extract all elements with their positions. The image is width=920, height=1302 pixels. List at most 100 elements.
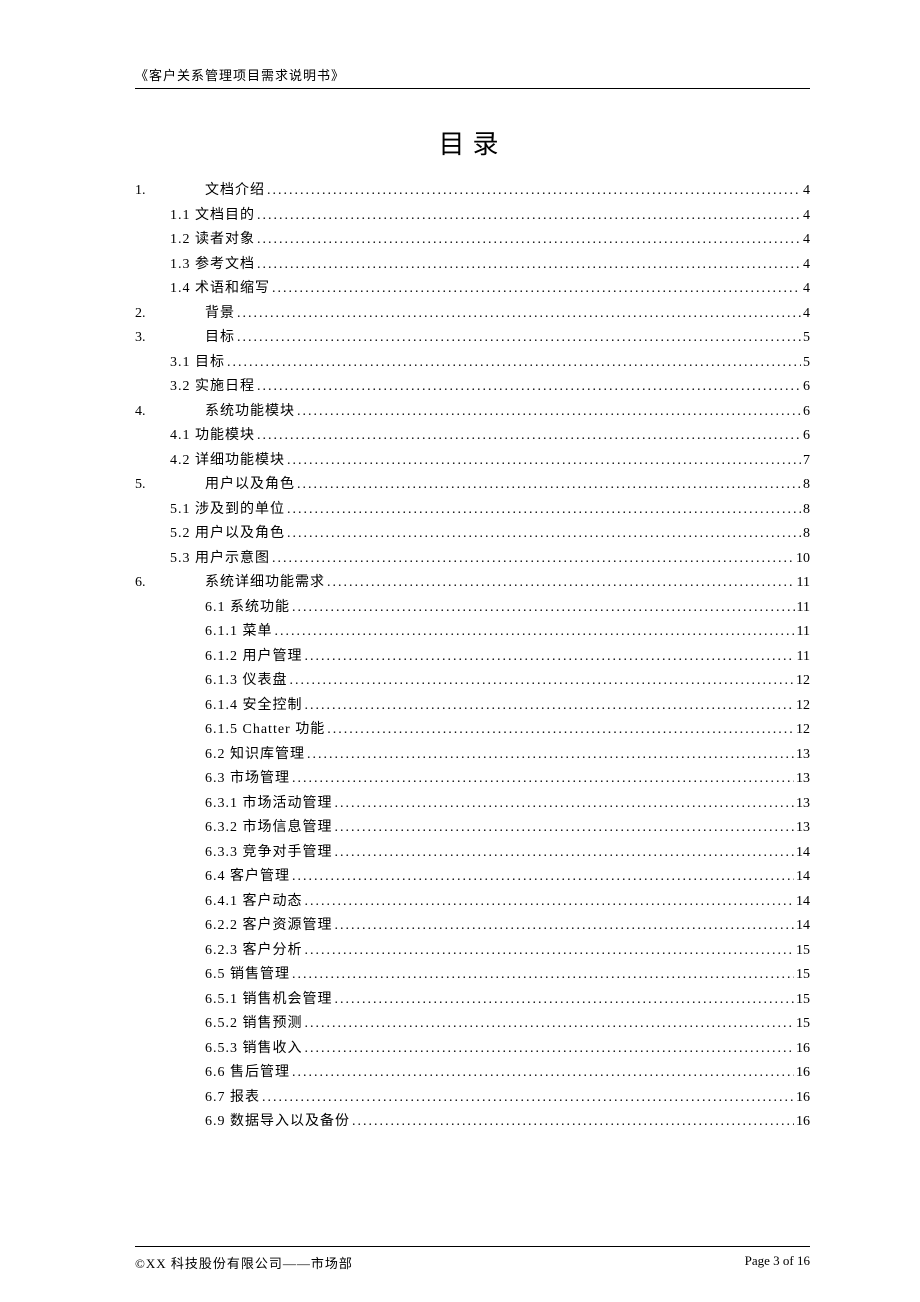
toc-leader-dots: ........................................…: [237, 302, 801, 327]
toc-leader-dots: ........................................…: [305, 645, 795, 670]
toc-label: 1.2 读者对象: [170, 228, 255, 253]
toc-entry[interactable]: 6.5.3 销售收入..............................…: [135, 1037, 810, 1062]
toc-entry[interactable]: 6.1.5 Chatter 功能........................…: [135, 718, 810, 743]
toc-entry[interactable]: 6.3.3 竞争对手管理............................…: [135, 841, 810, 866]
toc-label: 6.5.2 销售预测: [205, 1012, 303, 1037]
toc-page-number: 12: [796, 669, 810, 694]
toc-leader-dots: ........................................…: [335, 841, 795, 866]
toc-leader-dots: ........................................…: [305, 890, 795, 915]
toc-leader-dots: ........................................…: [327, 718, 794, 743]
toc-label: 系统功能模块: [205, 400, 295, 425]
toc-label: 目标: [205, 326, 235, 351]
toc-label: 6.3 市场管理: [205, 767, 290, 792]
toc-entry[interactable]: 6.1.4 安全控制..............................…: [135, 694, 810, 719]
toc-entry[interactable]: 6.4 客户管理................................…: [135, 865, 810, 890]
toc-label: 3.1 目标: [170, 351, 225, 376]
toc-entry[interactable]: 1.2 读者对象................................…: [135, 228, 810, 253]
toc-page-number: 7: [803, 449, 810, 474]
toc-label: 6.3.3 竞争对手管理: [205, 841, 333, 866]
toc-label: 6.1 系统功能: [205, 596, 290, 621]
toc-entry[interactable]: 1.3 参考文档................................…: [135, 253, 810, 278]
toc-label: 6.9 数据导入以及备份: [205, 1110, 350, 1135]
toc-leader-dots: ........................................…: [287, 522, 801, 547]
toc-page-number: 8: [803, 522, 810, 547]
toc-page-number: 14: [796, 865, 810, 890]
toc-leader-dots: ........................................…: [297, 400, 801, 425]
toc-page-number: 12: [796, 718, 810, 743]
toc-leader-dots: ........................................…: [335, 914, 795, 939]
toc-entry[interactable]: 5.2 用户以及角色..............................…: [135, 522, 810, 547]
toc-entry[interactable]: 6.9 数据导入以及备份............................…: [135, 1110, 810, 1135]
toc-leader-dots: ........................................…: [292, 865, 794, 890]
toc-entry[interactable]: 3.目标....................................…: [135, 326, 810, 351]
toc-entry[interactable]: 1.4 术语和缩写...............................…: [135, 277, 810, 302]
toc-entry[interactable]: 4.2 详细功能模块..............................…: [135, 449, 810, 474]
toc-entry[interactable]: 6.3 市场管理................................…: [135, 767, 810, 792]
toc-entry[interactable]: 6.1.2 用户管理..............................…: [135, 645, 810, 670]
toc-label: 4.2 详细功能模块: [170, 449, 285, 474]
toc-entry[interactable]: 6.5 销售管理................................…: [135, 963, 810, 988]
toc-page-number: 13: [796, 792, 810, 817]
toc-leader-dots: ........................................…: [257, 375, 801, 400]
toc-page-number: 4: [803, 277, 810, 302]
toc-leader-dots: ........................................…: [257, 253, 801, 278]
toc-leader-dots: ........................................…: [287, 498, 801, 523]
toc-page-number: 6: [803, 424, 810, 449]
toc-entry[interactable]: 1.1 文档目的................................…: [135, 204, 810, 229]
toc-label: 6.1.5 Chatter 功能: [205, 718, 325, 743]
toc-entry[interactable]: 4.1 功能模块................................…: [135, 424, 810, 449]
toc-entry[interactable]: 3.1 目标..................................…: [135, 351, 810, 376]
toc-entry[interactable]: 6.5.1 销售机会管理............................…: [135, 988, 810, 1013]
toc-label: 文档介绍: [205, 179, 265, 204]
toc-leader-dots: ........................................…: [272, 547, 794, 572]
toc-entry[interactable]: 5.3 用户示意图...............................…: [135, 547, 810, 572]
toc-label: 5.2 用户以及角色: [170, 522, 285, 547]
toc-leader-dots: ........................................…: [305, 939, 795, 964]
toc-leader-dots: ........................................…: [305, 694, 795, 719]
toc-entry[interactable]: 6.4.1 客户动态..............................…: [135, 890, 810, 915]
toc-entry[interactable]: 6.2.3 客户分析..............................…: [135, 939, 810, 964]
toc-leader-dots: ........................................…: [335, 988, 795, 1013]
toc-page-number: 16: [796, 1037, 810, 1062]
toc-entry[interactable]: 6.系统详细功能需求..............................…: [135, 571, 810, 596]
toc-leader-dots: ........................................…: [257, 228, 801, 253]
toc-entry[interactable]: 2.背景....................................…: [135, 302, 810, 327]
toc-leader-dots: ........................................…: [335, 792, 795, 817]
toc-leader-dots: ........................................…: [292, 596, 795, 621]
toc-entry[interactable]: 3.2 实施日程................................…: [135, 375, 810, 400]
toc-leader-dots: ........................................…: [292, 963, 794, 988]
toc-number: 4.: [135, 400, 205, 425]
toc-entry[interactable]: 5.用户以及角色................................…: [135, 473, 810, 498]
toc-entry[interactable]: 6.7 报表..................................…: [135, 1086, 810, 1111]
toc-leader-dots: ........................................…: [287, 449, 801, 474]
toc-page-number: 11: [797, 645, 810, 670]
toc-entry[interactable]: 6.1.3 仪表盘...............................…: [135, 669, 810, 694]
toc-number: 2.: [135, 302, 205, 327]
toc-leader-dots: ........................................…: [227, 351, 801, 376]
toc-label: 6.1.1 菜单: [205, 620, 273, 645]
toc-leader-dots: ........................................…: [267, 179, 801, 204]
toc-leader-dots: ........................................…: [305, 1037, 795, 1062]
toc-entry[interactable]: 1.文档介绍..................................…: [135, 179, 810, 204]
header-divider: [135, 88, 810, 89]
toc-leader-dots: ........................................…: [257, 424, 801, 449]
toc-entry[interactable]: 4.系统功能模块................................…: [135, 400, 810, 425]
toc-entry[interactable]: 6.1 系统功能................................…: [135, 596, 810, 621]
toc-label: 用户以及角色: [205, 473, 295, 498]
toc-page-number: 14: [796, 841, 810, 866]
toc-entry[interactable]: 6.3.1 市场活动管理............................…: [135, 792, 810, 817]
toc-entry[interactable]: 6.3.2 市场信息管理............................…: [135, 816, 810, 841]
toc-leader-dots: ........................................…: [237, 326, 801, 351]
toc-leader-dots: ........................................…: [275, 620, 795, 645]
toc-label: 6.2.3 客户分析: [205, 939, 303, 964]
toc-page-number: 4: [803, 179, 810, 204]
toc-entry[interactable]: 6.6 售后管理................................…: [135, 1061, 810, 1086]
toc-entry[interactable]: 6.2 知识库管理...............................…: [135, 743, 810, 768]
toc-entry[interactable]: 5.1 涉及到的单位..............................…: [135, 498, 810, 523]
toc-label: 6.6 售后管理: [205, 1061, 290, 1086]
toc-page-number: 4: [803, 302, 810, 327]
toc-entry[interactable]: 6.2.2 客户资源管理............................…: [135, 914, 810, 939]
toc-leader-dots: ........................................…: [305, 1012, 795, 1037]
toc-entry[interactable]: 6.5.2 销售预测..............................…: [135, 1012, 810, 1037]
toc-entry[interactable]: 6.1.1 菜单................................…: [135, 620, 810, 645]
